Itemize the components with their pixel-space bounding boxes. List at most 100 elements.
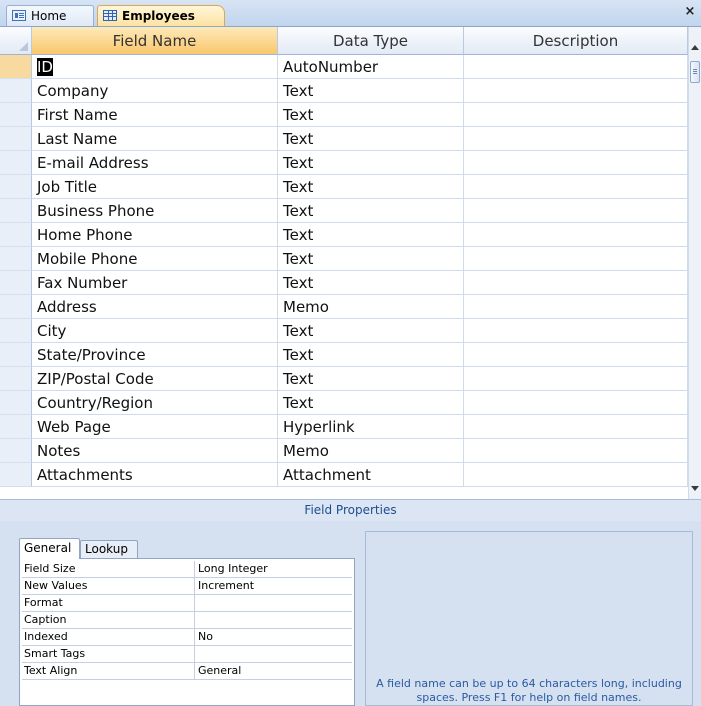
- field-name-cell[interactable]: Company: [32, 79, 278, 103]
- field-name-cell[interactable]: Attachments: [32, 463, 278, 487]
- row-selector[interactable]: [0, 79, 32, 103]
- property-row[interactable]: New Values Increment: [22, 578, 352, 595]
- column-header-field-name[interactable]: Field Name: [32, 27, 278, 55]
- data-type-cell[interactable]: Hyperlink: [278, 415, 464, 439]
- row-selector[interactable]: [0, 295, 32, 319]
- scroll-up-icon[interactable]: [691, 45, 699, 50]
- field-name-cell[interactable]: Business Phone: [32, 199, 278, 223]
- field-name-cell[interactable]: Home Phone: [32, 223, 278, 247]
- property-value[interactable]: Long Integer: [194, 561, 352, 577]
- property-value[interactable]: No: [194, 629, 352, 645]
- scrollbar-thumb[interactable]: [690, 61, 700, 83]
- description-cell[interactable]: [464, 439, 688, 463]
- data-type-cell[interactable]: Text: [278, 271, 464, 295]
- description-cell[interactable]: [464, 271, 688, 295]
- row-selector[interactable]: [0, 415, 32, 439]
- data-type-cell[interactable]: Memo: [278, 439, 464, 463]
- table-row[interactable]: City Text: [0, 319, 688, 343]
- row-selector[interactable]: [0, 151, 32, 175]
- select-all-corner[interactable]: [0, 27, 32, 55]
- field-name-cell[interactable]: First Name: [32, 103, 278, 127]
- field-name-cell[interactable]: ID: [32, 55, 278, 79]
- property-row[interactable]: Smart Tags: [22, 646, 352, 663]
- row-selector[interactable]: [0, 199, 32, 223]
- property-row[interactable]: Indexed No: [22, 629, 352, 646]
- table-row[interactable]: State/Province Text: [0, 343, 688, 367]
- description-cell[interactable]: [464, 103, 688, 127]
- table-row[interactable]: Fax Number Text: [0, 271, 688, 295]
- close-icon[interactable]: ×: [683, 4, 697, 20]
- data-type-cell[interactable]: Text: [278, 247, 464, 271]
- row-selector[interactable]: [0, 343, 32, 367]
- data-type-cell[interactable]: Text: [278, 391, 464, 415]
- description-cell[interactable]: [464, 55, 688, 79]
- row-selector[interactable]: [0, 223, 32, 247]
- description-cell[interactable]: [464, 223, 688, 247]
- description-cell[interactable]: [464, 247, 688, 271]
- column-header-description[interactable]: Description: [464, 27, 688, 55]
- row-selector[interactable]: [0, 439, 32, 463]
- table-row[interactable]: Address Memo: [0, 295, 688, 319]
- table-row[interactable]: E-mail Address Text: [0, 151, 688, 175]
- field-name-cell[interactable]: Fax Number: [32, 271, 278, 295]
- table-row[interactable]: Attachments Attachment: [0, 463, 688, 487]
- table-row[interactable]: Business Phone Text: [0, 199, 688, 223]
- row-selector[interactable]: [0, 175, 32, 199]
- table-row[interactable]: Notes Memo: [0, 439, 688, 463]
- field-name-cell[interactable]: Mobile Phone: [32, 247, 278, 271]
- data-type-cell[interactable]: Text: [278, 319, 464, 343]
- description-cell[interactable]: [464, 175, 688, 199]
- row-selector[interactable]: [0, 271, 32, 295]
- scroll-down-icon[interactable]: [691, 486, 699, 491]
- description-cell[interactable]: [464, 367, 688, 391]
- description-cell[interactable]: [464, 415, 688, 439]
- row-selector[interactable]: [0, 319, 32, 343]
- data-type-cell[interactable]: Memo: [278, 295, 464, 319]
- tab-general[interactable]: General: [19, 538, 80, 559]
- description-cell[interactable]: [464, 319, 688, 343]
- data-type-cell[interactable]: Text: [278, 127, 464, 151]
- property-row[interactable]: Caption: [22, 612, 352, 629]
- data-type-cell[interactable]: Text: [278, 367, 464, 391]
- table-row[interactable]: Home Phone Text: [0, 223, 688, 247]
- field-name-cell[interactable]: Address: [32, 295, 278, 319]
- table-row[interactable]: Mobile Phone Text: [0, 247, 688, 271]
- table-row[interactable]: Country/Region Text: [0, 391, 688, 415]
- table-row[interactable]: Job Title Text: [0, 175, 688, 199]
- tab-lookup[interactable]: Lookup: [80, 540, 138, 558]
- property-value[interactable]: General: [194, 663, 352, 679]
- table-row[interactable]: ZIP/Postal Code Text: [0, 367, 688, 391]
- column-header-data-type[interactable]: Data Type: [278, 27, 464, 55]
- field-name-cell[interactable]: State/Province: [32, 343, 278, 367]
- description-cell[interactable]: [464, 295, 688, 319]
- property-row[interactable]: Field Size Long Integer: [22, 561, 352, 578]
- row-selector[interactable]: [0, 55, 32, 79]
- data-type-cell[interactable]: Text: [278, 79, 464, 103]
- property-row[interactable]: Text Align General: [22, 663, 352, 680]
- property-row[interactable]: Format: [22, 595, 352, 612]
- field-name-cell[interactable]: Country/Region: [32, 391, 278, 415]
- description-cell[interactable]: [464, 391, 688, 415]
- data-type-cell[interactable]: Text: [278, 175, 464, 199]
- row-selector[interactable]: [0, 367, 32, 391]
- property-value[interactable]: [194, 646, 352, 662]
- description-cell[interactable]: [464, 79, 688, 103]
- table-row[interactable]: Web Page Hyperlink: [0, 415, 688, 439]
- tab-employees[interactable]: Employees: [97, 5, 225, 26]
- row-selector[interactable]: [0, 463, 32, 487]
- description-cell[interactable]: [464, 343, 688, 367]
- property-value[interactable]: Increment: [194, 578, 352, 594]
- table-row[interactable]: First Name Text: [0, 103, 688, 127]
- row-selector[interactable]: [0, 103, 32, 127]
- data-type-cell[interactable]: Text: [278, 151, 464, 175]
- field-name-cell[interactable]: ZIP/Postal Code: [32, 367, 278, 391]
- data-type-cell[interactable]: AutoNumber: [278, 55, 464, 79]
- field-name-cell[interactable]: E-mail Address: [32, 151, 278, 175]
- tab-home[interactable]: Home: [6, 5, 94, 26]
- data-type-cell[interactable]: Text: [278, 103, 464, 127]
- field-name-cell[interactable]: Last Name: [32, 127, 278, 151]
- data-type-cell[interactable]: Attachment: [278, 463, 464, 487]
- property-value[interactable]: [194, 612, 352, 628]
- vertical-scrollbar[interactable]: [688, 27, 701, 499]
- field-name-cell[interactable]: Notes: [32, 439, 278, 463]
